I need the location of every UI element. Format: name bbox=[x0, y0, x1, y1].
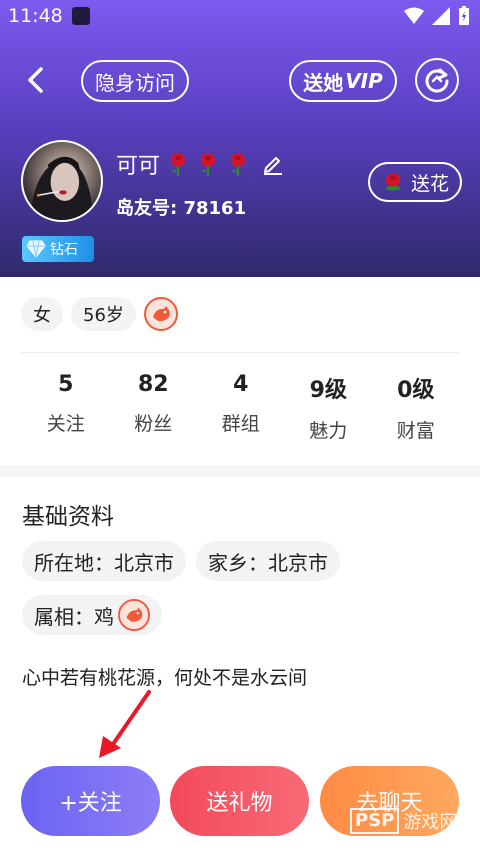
status-time: 11:48 bbox=[8, 5, 63, 27]
status-icons bbox=[404, 6, 470, 26]
back-button[interactable] bbox=[20, 62, 50, 98]
signature-text: 心中若有桃花源，何处不是水云间 bbox=[22, 667, 308, 689]
diamond-badge: 钻石 bbox=[22, 236, 94, 262]
top-bar: 隐身访问 送她 VIP bbox=[0, 56, 480, 106]
avatar-portrait-icon bbox=[30, 156, 94, 220]
share-button[interactable] bbox=[415, 58, 459, 102]
diamond-icon bbox=[26, 240, 46, 258]
stat-wealth[interactable]: 0级 财富 bbox=[372, 372, 460, 443]
stat-groups[interactable]: 4 群组 bbox=[197, 372, 285, 443]
age-tag: 56岁 bbox=[71, 297, 136, 331]
hometown-tag: 家乡：北京市 bbox=[196, 541, 340, 581]
rose-icon bbox=[384, 173, 401, 191]
watermark: PSP 游戏网 bbox=[350, 808, 457, 834]
user-id: 岛友号: 78161 bbox=[116, 194, 246, 220]
stat-label: 关注 bbox=[46, 413, 85, 435]
avatar[interactable] bbox=[21, 140, 103, 222]
stat-value: 0级 bbox=[397, 378, 435, 403]
stat-label: 粉丝 bbox=[134, 413, 173, 435]
stats-row: 5 关注 82 粉丝 4 群组 9级 魅力 0级 财富 bbox=[0, 372, 480, 443]
stat-following[interactable]: 5 关注 bbox=[22, 372, 110, 443]
location-tag: 所在地：北京市 bbox=[22, 541, 186, 581]
rose-icon bbox=[171, 153, 186, 176]
battery-icon bbox=[459, 6, 469, 25]
follow-button[interactable]: +关注 bbox=[21, 766, 160, 836]
stat-label: 魅力 bbox=[309, 420, 348, 442]
stat-label: 财富 bbox=[396, 420, 435, 442]
user-id-label: 岛友号: bbox=[116, 198, 178, 219]
send-gift-button[interactable]: 送礼物 bbox=[170, 766, 309, 836]
chevron-left-icon bbox=[28, 67, 43, 93]
zodiac-tag: 属相：鸡 bbox=[22, 595, 162, 635]
send-gift-label: 送礼物 bbox=[206, 791, 273, 816]
rose-icon bbox=[231, 153, 246, 176]
zodiac-label: 属相：鸡 bbox=[34, 604, 114, 629]
section-title: 基础资料 bbox=[22, 504, 114, 530]
follow-label: +关注 bbox=[59, 791, 122, 816]
divider bbox=[21, 352, 459, 353]
watermark-text: 游戏网 bbox=[403, 812, 458, 833]
stat-label: 群组 bbox=[221, 413, 260, 435]
stat-value: 4 bbox=[233, 372, 249, 397]
user-id-value: 78161 bbox=[183, 198, 247, 219]
gender-tag: 女 bbox=[21, 297, 63, 331]
edit-icon[interactable] bbox=[262, 153, 284, 175]
watermark-logo: PSP bbox=[350, 808, 400, 834]
info-tags: 所在地：北京市 家乡：北京市 属相：鸡 bbox=[22, 541, 462, 635]
incognito-visit-button[interactable]: 隐身访问 bbox=[81, 60, 189, 102]
signal-icon bbox=[432, 7, 450, 25]
send-flower-label: 送花 bbox=[410, 172, 449, 195]
annotation-arrow-icon bbox=[99, 690, 151, 758]
refresh-icon bbox=[425, 68, 449, 93]
diamond-badge-label: 钻石 bbox=[50, 242, 78, 258]
app-notification-icon bbox=[72, 7, 90, 25]
stat-fans[interactable]: 82 粉丝 bbox=[110, 372, 198, 443]
stat-value: 9级 bbox=[309, 378, 347, 403]
username: 可可 bbox=[116, 154, 161, 179]
rooster-icon bbox=[143, 297, 178, 331]
incognito-visit-label: 隐身访问 bbox=[95, 70, 175, 95]
wifi-icon bbox=[404, 7, 424, 24]
send-flower-button[interactable]: 送花 bbox=[368, 162, 462, 202]
basic-info-card: 基础资料 所在地：北京市 家乡：北京市 属相：鸡 心中若有桃花源，何处不是水云间 bbox=[0, 477, 480, 714]
gift-vip-suffix: VIP bbox=[345, 69, 383, 93]
username-row: 可可 bbox=[116, 148, 284, 180]
gift-vip-prefix: 送她 bbox=[303, 70, 344, 95]
profile-summary-card: 女 56岁 5 关注 82 粉丝 4 群组 9级 魅力 0级 财富 bbox=[0, 277, 480, 465]
stat-value: 82 bbox=[137, 372, 169, 397]
status-bar: 11:48 bbox=[0, 0, 480, 34]
profile-tags: 女 56岁 bbox=[21, 297, 178, 331]
rose-icon bbox=[201, 153, 216, 176]
gift-vip-button[interactable]: 送她 VIP bbox=[289, 60, 397, 102]
stat-value: 5 bbox=[58, 372, 74, 397]
stat-charm[interactable]: 9级 魅力 bbox=[285, 372, 373, 443]
rooster-icon bbox=[118, 599, 150, 631]
